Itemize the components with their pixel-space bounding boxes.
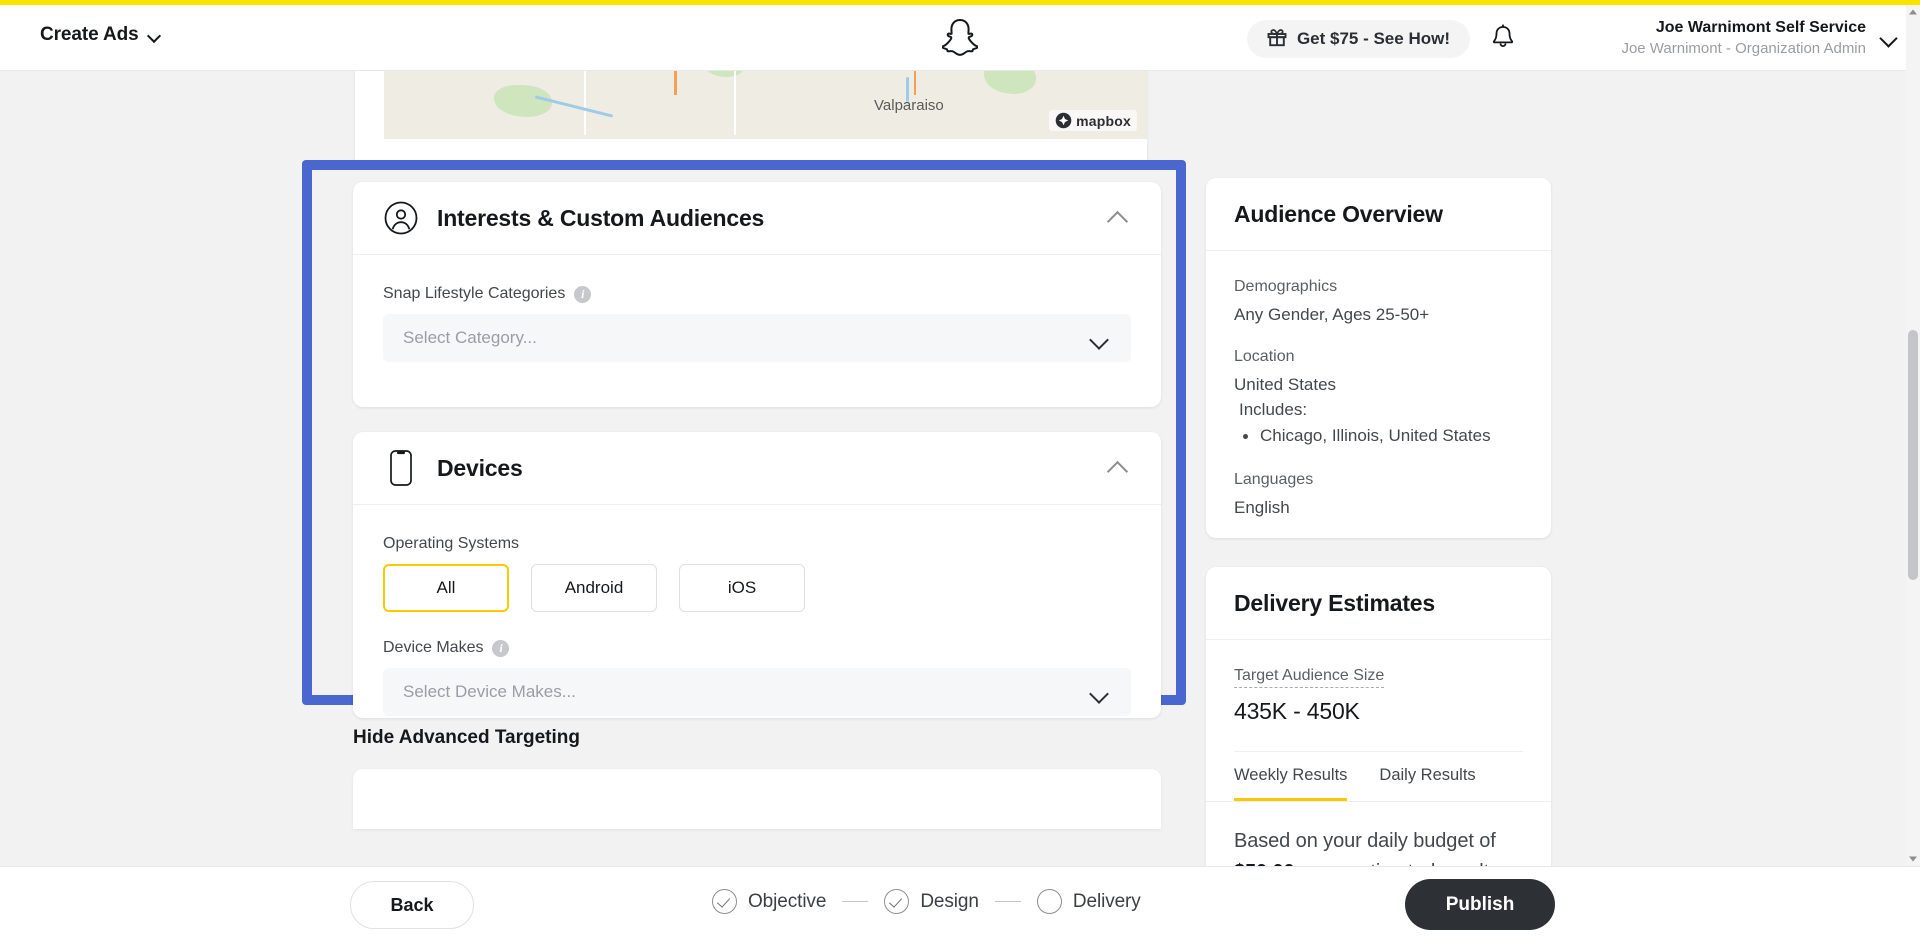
next-section-card-peek [353, 769, 1161, 829]
wizard-stepper: Objective Design Delivery [712, 889, 1141, 914]
back-button[interactable]: Back [350, 881, 474, 929]
scroll-down-arrow-icon[interactable] [1906, 852, 1920, 866]
create-ads-label: Create Ads [40, 24, 139, 45]
chevron-up-icon[interactable] [1107, 210, 1129, 224]
chevron-down-icon [1089, 333, 1109, 345]
step-objective-label: Objective [748, 890, 827, 912]
demographics-group: Demographics Any Gender, Ages 25-50+ [1234, 278, 1523, 327]
languages-key: Languages [1234, 471, 1314, 488]
phone-icon [383, 450, 419, 486]
location-value: United States [1234, 375, 1337, 394]
languages-value: English [1234, 498, 1290, 517]
audience-overview-body: Demographics Any Gender, Ages 25-50+ Loc… [1206, 251, 1551, 520]
step-delivery-label: Delivery [1072, 890, 1141, 912]
os-option-android[interactable]: Android [531, 564, 657, 612]
snapchat-ads-manager-page: Create Ads Get $75 - See How! Joe Warnim… [0, 0, 1920, 941]
snap-lifestyle-categories-label-row: Snap Lifestyle Categories i [383, 285, 1131, 303]
chevron-down-icon [1089, 687, 1109, 699]
devices-section-body: Operating Systems All Android iOS Device… [353, 505, 1161, 716]
operating-systems-label: Operating Systems [383, 535, 520, 552]
location-key: Location [1234, 348, 1295, 365]
account-menu[interactable]: Joe Warnimont Self Service Joe Warnimont… [1621, 17, 1898, 59]
device-makes-select[interactable]: Select Device Makes... [383, 668, 1131, 716]
wizard-bottom-bar: Back Objective Design Delivery Publish [0, 866, 1920, 941]
promo-offer-button[interactable]: Get $75 - See How! [1246, 20, 1470, 58]
snap-lifestyle-categories-select[interactable]: Select Category... [383, 314, 1131, 362]
operating-systems-toggle-group: All Android iOS [383, 564, 1131, 612]
interests-custom-audiences-section: Interests & Custom Audiences Snap Lifest… [353, 182, 1161, 407]
operating-systems-label-row: Operating Systems [383, 535, 1131, 553]
create-ads-menu[interactable]: Create Ads [40, 24, 161, 46]
audience-overview-panel: Audience Overview Demographics Any Gende… [1206, 178, 1551, 538]
snap-lifestyle-categories-placeholder: Select Category... [403, 328, 537, 347]
step-connector [842, 900, 869, 903]
snap-lifestyle-categories-label: Snap Lifestyle Categories [383, 285, 566, 302]
step-design-label: Design [920, 890, 979, 912]
gift-icon [1267, 27, 1287, 52]
brand-accent-bar [0, 0, 1920, 5]
mapbox-attribution[interactable]: mapbox [1049, 110, 1137, 131]
device-makes-placeholder: Select Device Makes... [403, 682, 576, 701]
promo-offer-label: Get $75 - See How! [1296, 29, 1450, 48]
step-design[interactable]: Design [884, 889, 979, 914]
device-makes-label-row: Device Makes i [383, 639, 1131, 657]
snapchat-ghost-logo[interactable] [941, 18, 979, 58]
audience-overview-title: Audience Overview [1234, 200, 1443, 227]
chevron-up-icon[interactable] [1107, 460, 1129, 474]
tab-daily-results[interactable]: Daily Results [1379, 752, 1475, 801]
chevron-down-icon [148, 31, 161, 39]
interests-section-body: Snap Lifestyle Categories i Select Categ… [353, 255, 1161, 362]
delivery-results-tabs: Weekly Results Daily Results [1206, 752, 1551, 802]
os-option-ios[interactable]: iOS [679, 564, 805, 612]
empty-circle-icon [1036, 889, 1062, 914]
top-navigation-bar: Create Ads Get $75 - See How! Joe Warnim… [0, 5, 1920, 71]
demographics-value: Any Gender, Ages 25-50+ [1234, 305, 1430, 324]
tab-weekly-results[interactable]: Weekly Results [1234, 752, 1348, 801]
device-makes-label: Device Makes [383, 639, 484, 656]
check-circle-icon [884, 889, 910, 914]
target-audience-size-value: 435K - 450K [1234, 698, 1360, 724]
info-icon[interactable]: i [492, 639, 510, 657]
person-circle-icon [383, 200, 419, 236]
location-includes-label: Includes: [1239, 400, 1308, 419]
devices-section: Devices Operating Systems All Android iO… [353, 432, 1161, 718]
delivery-estimates-header: Delivery Estimates [1206, 567, 1551, 640]
languages-group: Languages English [1234, 471, 1523, 520]
step-delivery[interactable]: Delivery [1036, 889, 1141, 914]
delivery-estimates-panel: Delivery Estimates Target Audience Size … [1206, 567, 1551, 866]
account-name: Joe Warnimont Self Service [1655, 19, 1866, 36]
demographics-key: Demographics [1234, 278, 1338, 295]
publish-button[interactable]: Publish [1405, 879, 1555, 930]
mapbox-label: mapbox [1076, 112, 1131, 129]
target-audience-size-block: Target Audience Size 435K - 450K [1206, 640, 1551, 752]
map-canvas[interactable]: Joliet Valparaiso mapbox [384, 71, 1147, 139]
budget-summary-text: Based on your daily budget of $50.00, yo… [1206, 802, 1551, 866]
chevron-down-icon [1880, 32, 1898, 44]
main-scroll-area: Joliet Valparaiso mapbox [0, 71, 1920, 866]
notifications-button[interactable] [1490, 23, 1520, 55]
audience-overview-header: Audience Overview [1206, 178, 1551, 251]
os-option-all[interactable]: All [383, 564, 509, 612]
location-includes-item: Chicago, Illinois, United States [1234, 422, 1523, 450]
map-label-valparaiso: Valparaiso [874, 97, 944, 114]
step-objective[interactable]: Objective [712, 889, 826, 914]
page-scrollbar-thumb[interactable] [1908, 330, 1918, 580]
hide-advanced-targeting-toggle[interactable]: Hide Advanced Targeting [353, 727, 580, 749]
account-role: Joe Warnimont - Organization Admin [1621, 40, 1866, 57]
step-connector [994, 900, 1021, 903]
delivery-estimates-title: Delivery Estimates [1234, 589, 1435, 616]
target-audience-size-label[interactable]: Target Audience Size [1234, 667, 1385, 688]
devices-section-title: Devices [437, 454, 523, 481]
scroll-up-arrow-icon[interactable] [1906, 5, 1920, 19]
info-icon[interactable]: i [574, 285, 592, 303]
location-group: Location United States Includes: Chicago… [1234, 348, 1523, 450]
check-circle-icon [712, 889, 737, 914]
budget-prefix: Based on your daily budget of [1234, 830, 1496, 852]
interests-section-title: Interests & Custom Audiences [437, 204, 765, 231]
devices-section-header[interactable]: Devices [353, 432, 1161, 505]
interests-section-header[interactable]: Interests & Custom Audiences [353, 182, 1161, 255]
